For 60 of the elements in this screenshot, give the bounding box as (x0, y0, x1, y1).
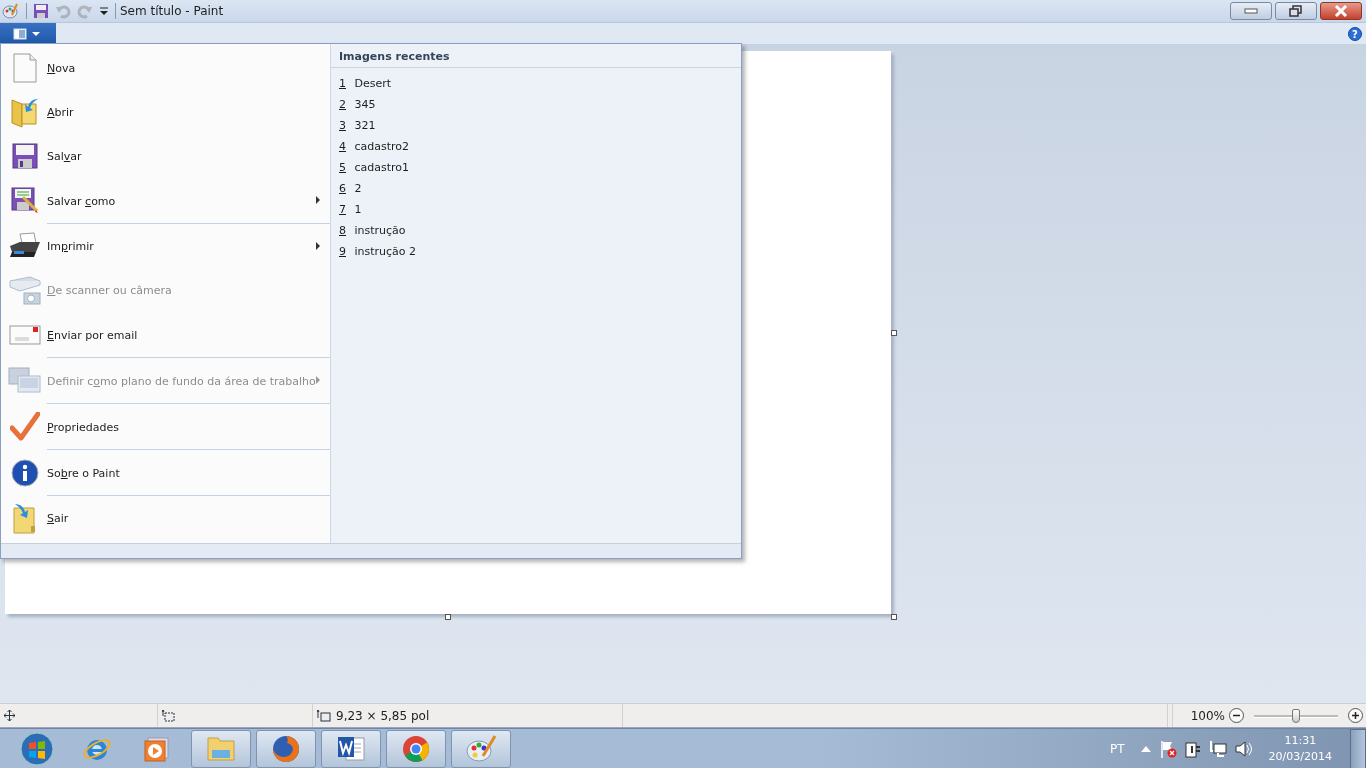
paint-palette-icon (465, 734, 497, 764)
minimize-icon (1244, 8, 1258, 14)
menu-item[interactable]: Salvar como (2, 178, 330, 224)
resize-handle[interactable] (891, 330, 897, 336)
window-title: Sem título - Paint (120, 4, 224, 18)
submenu-arrow-icon (316, 242, 320, 250)
fox-globe-icon (271, 734, 301, 764)
menu-item[interactable]: Sobre o Paint (2, 450, 330, 496)
recent-image-item[interactable]: 8 instrução (331, 220, 741, 241)
save-icon[interactable] (33, 3, 49, 19)
canvas-size: 9,23 × 5,85 pol (336, 708, 430, 723)
zoom-out-button[interactable] (1229, 708, 1244, 723)
restore-icon (1289, 5, 1303, 17)
recent-image-item[interactable]: 3 321 (331, 115, 741, 136)
show-hidden-icons[interactable] (1140, 746, 1151, 752)
volume-icon[interactable] (1234, 740, 1253, 758)
move-icon (4, 710, 15, 721)
power-icon[interactable] (1184, 740, 1201, 758)
menu-icon (13, 28, 43, 40)
menu-item[interactable]: Salvar (2, 134, 330, 178)
recent-image-item[interactable]: 4 cadastro2 (331, 136, 741, 157)
dropdown-arrow-icon[interactable] (99, 6, 109, 16)
taskbar-button[interactable] (321, 730, 381, 768)
taskbar-button[interactable] (256, 730, 316, 768)
folder-icon (206, 736, 236, 762)
close-button[interactable] (1320, 2, 1362, 20)
flag-icon[interactable] (1158, 740, 1177, 758)
restore-button[interactable] (1275, 2, 1317, 20)
close-icon (1334, 5, 1348, 17)
menu-item[interactable]: Nova (2, 46, 330, 90)
selection-icon (162, 709, 175, 722)
menu-item[interactable]: Imprimir (2, 224, 330, 268)
resize-handle[interactable] (445, 614, 451, 620)
recent-image-item[interactable]: 2 345 (331, 94, 741, 115)
document-w-icon (336, 735, 366, 763)
resize-handle[interactable] (891, 614, 897, 620)
zoom-level: 100% (1190, 708, 1225, 723)
show-desktop-button[interactable] (1350, 729, 1366, 768)
menu-item[interactable]: Propriedades (2, 404, 330, 450)
recent-image-item[interactable]: 1 Desert (331, 73, 741, 94)
paint-palette-icon[interactable] (2, 3, 20, 19)
recent-image-item[interactable]: 7 1 (331, 199, 741, 220)
menu-item[interactable]: Abrir (2, 90, 330, 134)
canvas-size-icon (317, 709, 331, 722)
zoom-in-button[interactable] (1348, 708, 1363, 723)
file-menu-button[interactable] (0, 23, 56, 45)
menu-item[interactable]: Sair (2, 496, 330, 540)
slider-thumb[interactable] (1292, 708, 1300, 723)
submenu-arrow-icon (316, 376, 320, 384)
circle-logo-icon (401, 734, 431, 764)
recent-image-item[interactable]: 5 cadastro1 (331, 157, 741, 178)
menu-item[interactable]: Enviar por email (2, 312, 330, 358)
recent-images-heading: Imagens recentes (331, 44, 741, 68)
recent-image-item[interactable]: 6 2 (331, 178, 741, 199)
minimize-button[interactable] (1230, 2, 1272, 20)
help-button[interactable]: ? (1348, 26, 1362, 41)
network-icon[interactable] (1208, 740, 1227, 758)
taskbar-button[interactable] (386, 730, 446, 768)
recent-image-item[interactable]: 9 instrução 2 (331, 241, 741, 262)
submenu-arrow-icon (316, 196, 320, 204)
